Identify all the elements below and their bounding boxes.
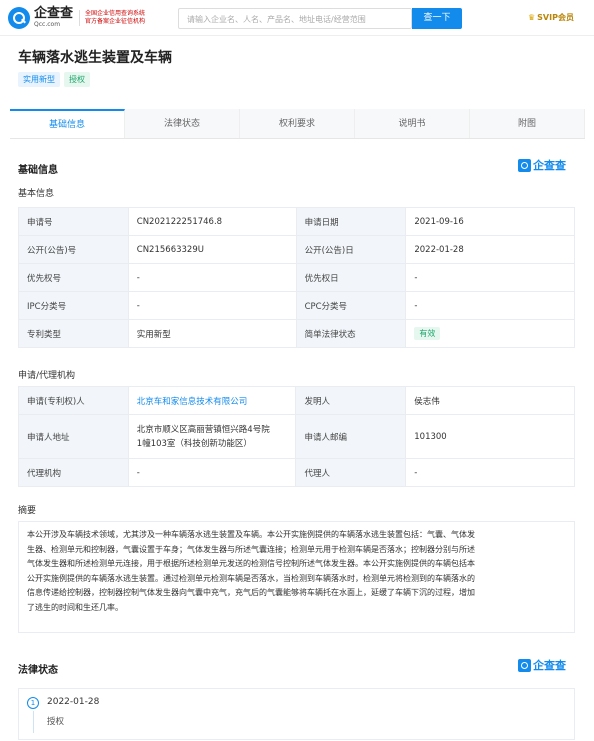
table-row: 优先权号 - 优先权日 - bbox=[18, 263, 575, 292]
agency-table: 申请(专利权)人 北京车和家信息技术有限公司 发明人 侯志伟 申请人地址 北京市… bbox=[18, 386, 575, 487]
table-row: 代理机构 - 代理人 - bbox=[18, 458, 575, 487]
field-value: - bbox=[405, 263, 575, 292]
crown-icon: ♛ bbox=[528, 13, 536, 22]
timeline-connector bbox=[33, 711, 34, 733]
field-value: - bbox=[405, 291, 575, 320]
basic-info-title: 基础信息 bbox=[18, 165, 58, 176]
field-value: CN202122251746.8 bbox=[127, 207, 297, 236]
field-label: 代理机构 bbox=[18, 458, 129, 487]
field-label: 代理人 bbox=[295, 458, 407, 487]
table-row: IPC分类号 - CPC分类号 - bbox=[18, 291, 575, 320]
field-label: IPC分类号 bbox=[18, 291, 129, 320]
svip-link[interactable]: ♛ SVIP会员 bbox=[528, 12, 574, 23]
qcc-brand-text: 企查查 bbox=[533, 159, 566, 172]
address-line1: 北京市顺义区高丽营镇恒兴路4号院 bbox=[136, 424, 270, 435]
field-value: 101300 bbox=[405, 414, 575, 459]
address-line2: 1幢103室（科技创新功能区） bbox=[136, 438, 252, 449]
qcc-brand-icon bbox=[518, 158, 531, 172]
logo-en: Qcc.com bbox=[34, 21, 61, 28]
legal-status-title: 法律状态 bbox=[18, 665, 58, 676]
field-value: 2021-09-16 bbox=[405, 207, 575, 236]
field-label: 优先权号 bbox=[18, 263, 129, 292]
field-value: 侯志伟 bbox=[405, 386, 575, 415]
qcc-brand-icon bbox=[518, 658, 531, 672]
field-label: 公开(公告)号 bbox=[18, 235, 129, 264]
tab-bar: 基础信息 法律状态 权利要求 说明书 附图 bbox=[10, 109, 585, 139]
abstract-line: 本公开涉及车辆技术领域，尤其涉及一种车辆落水逃生装置及车辆。本公开实施例提供的车… bbox=[27, 530, 475, 539]
table-row: 申请号 CN202122251746.8 申请日期 2021-09-16 bbox=[18, 207, 575, 236]
legal-timeline: 1 2022-01-28 授权 bbox=[18, 688, 575, 740]
qcc-logo-icon bbox=[8, 7, 30, 29]
abstract-line: 生器、检测单元和控制器，气囊设置于车身；气体发生器与所述气囊连接；检测单元用于检… bbox=[27, 544, 475, 554]
field-value: 实用新型 bbox=[127, 319, 297, 348]
agency-subsection: 申请/代理机构 bbox=[18, 371, 76, 381]
logo-badge-line1: 全国企业信用查询系统 bbox=[85, 10, 146, 17]
page-title: 车辆落水逃生装置及车辆 bbox=[18, 50, 172, 66]
abstract-line: 了逃生的时间和生还几率。 bbox=[27, 602, 123, 612]
abstract-body: 本公开涉及车辆技术领域，尤其涉及一种车辆落水逃生装置及车辆。本公开实施例提供的车… bbox=[18, 521, 575, 633]
field-value: - bbox=[405, 458, 575, 487]
search-button[interactable]: 查一下 bbox=[412, 8, 462, 29]
abstract-line: 公开实施例提供的车辆落水逃生装置。通过检测单元检测车辆是否落水，当检测到车辆落水… bbox=[27, 573, 475, 583]
field-value: - bbox=[127, 263, 297, 292]
tab-basic-info[interactable]: 基础信息 bbox=[10, 109, 125, 138]
svip-label: SVIP会员 bbox=[537, 13, 574, 22]
logo-badge-line2: 官方备案企业征信机构 bbox=[85, 18, 146, 25]
abstract-line: 气体发生器和所述检测单元连接，用于根据所述检测单元发送的检测信号控制所述气体发生… bbox=[27, 559, 475, 568]
field-label: CPC分类号 bbox=[295, 291, 407, 320]
field-value: - bbox=[127, 458, 297, 487]
logo-badge: 全国企业信用查询系统 官方备案企业征信机构 bbox=[79, 10, 145, 26]
field-label: 申请人邮编 bbox=[295, 414, 407, 459]
tag-status: 授权 bbox=[64, 72, 90, 87]
table-row: 申请(专利权)人 北京车和家信息技术有限公司 发明人 侯志伟 bbox=[18, 386, 575, 415]
timeline-step-number: 1 bbox=[27, 697, 39, 709]
field-label: 申请(专利权)人 bbox=[18, 386, 129, 415]
patent-tags: 实用新型 授权 bbox=[18, 72, 90, 87]
field-value: 有效 bbox=[405, 319, 575, 348]
field-value: CN215663329U bbox=[127, 235, 297, 264]
tab-description[interactable]: 说明书 bbox=[355, 109, 470, 138]
qcc-brand-basic: 企查查 bbox=[518, 157, 566, 173]
field-label: 简单法律状态 bbox=[295, 319, 407, 348]
field-value: 北京市顺义区高丽营镇恒兴路4号院 1幢103室（科技创新功能区） bbox=[127, 414, 297, 459]
timeline-text: 授权 bbox=[47, 717, 65, 727]
field-value: 北京车和家信息技术有限公司 bbox=[127, 386, 297, 415]
search-input[interactable]: 请输入企业名、人名、产品名、地址电话/经营范围 bbox=[178, 8, 412, 29]
table-row: 公开(公告)号 CN215663329U 公开(公告)日 2022-01-28 bbox=[18, 235, 575, 264]
qcc-brand-text: 企查查 bbox=[533, 659, 566, 672]
logo-text: 企查查 Qcc.com bbox=[34, 7, 73, 29]
abstract-line: 信息传递给控制器，控制器控制气体发生器向气囊中充气，充气后的气囊能够将车辆托在水… bbox=[27, 588, 475, 597]
field-label: 公开(公告)日 bbox=[295, 235, 407, 264]
field-label: 优先权日 bbox=[295, 263, 407, 292]
tab-drawings[interactable]: 附图 bbox=[470, 109, 585, 138]
tab-legal-status[interactable]: 法律状态 bbox=[125, 109, 240, 138]
applicant-link[interactable]: 北京车和家信息技术有限公司 bbox=[137, 397, 248, 407]
logo-cn: 企查查 bbox=[34, 6, 74, 21]
table-row: 专利类型 实用新型 简单法律状态 有效 bbox=[18, 319, 575, 348]
status-badge: 有效 bbox=[414, 327, 441, 340]
basic-subsection: 基本信息 bbox=[18, 189, 55, 199]
tab-claims[interactable]: 权利要求 bbox=[240, 109, 355, 138]
field-label: 申请人地址 bbox=[18, 414, 129, 459]
field-value: 2022-01-28 bbox=[405, 235, 575, 264]
abstract-title: 摘要 bbox=[18, 506, 37, 516]
table-row: 申请人地址 北京市顺义区高丽营镇恒兴路4号院 1幢103室（科技创新功能区） 申… bbox=[18, 414, 575, 459]
field-label: 专利类型 bbox=[18, 319, 129, 348]
qcc-brand-legal: 企查查 bbox=[518, 657, 566, 673]
basic-info-table: 申请号 CN202122251746.8 申请日期 2021-09-16 公开(… bbox=[18, 207, 575, 348]
top-header: 企查查 Qcc.com 全国企业信用查询系统 官方备案企业征信机构 请输入企业名… bbox=[0, 0, 594, 36]
tag-type: 实用新型 bbox=[18, 72, 60, 87]
timeline-date: 2022-01-28 bbox=[47, 697, 100, 707]
field-label: 申请日期 bbox=[295, 207, 407, 236]
qcc-logo[interactable]: 企查查 Qcc.com 全国企业信用查询系统 官方备案企业征信机构 bbox=[8, 7, 145, 29]
field-label: 发明人 bbox=[295, 386, 407, 415]
field-value: - bbox=[127, 291, 297, 320]
field-label: 申请号 bbox=[18, 207, 129, 236]
